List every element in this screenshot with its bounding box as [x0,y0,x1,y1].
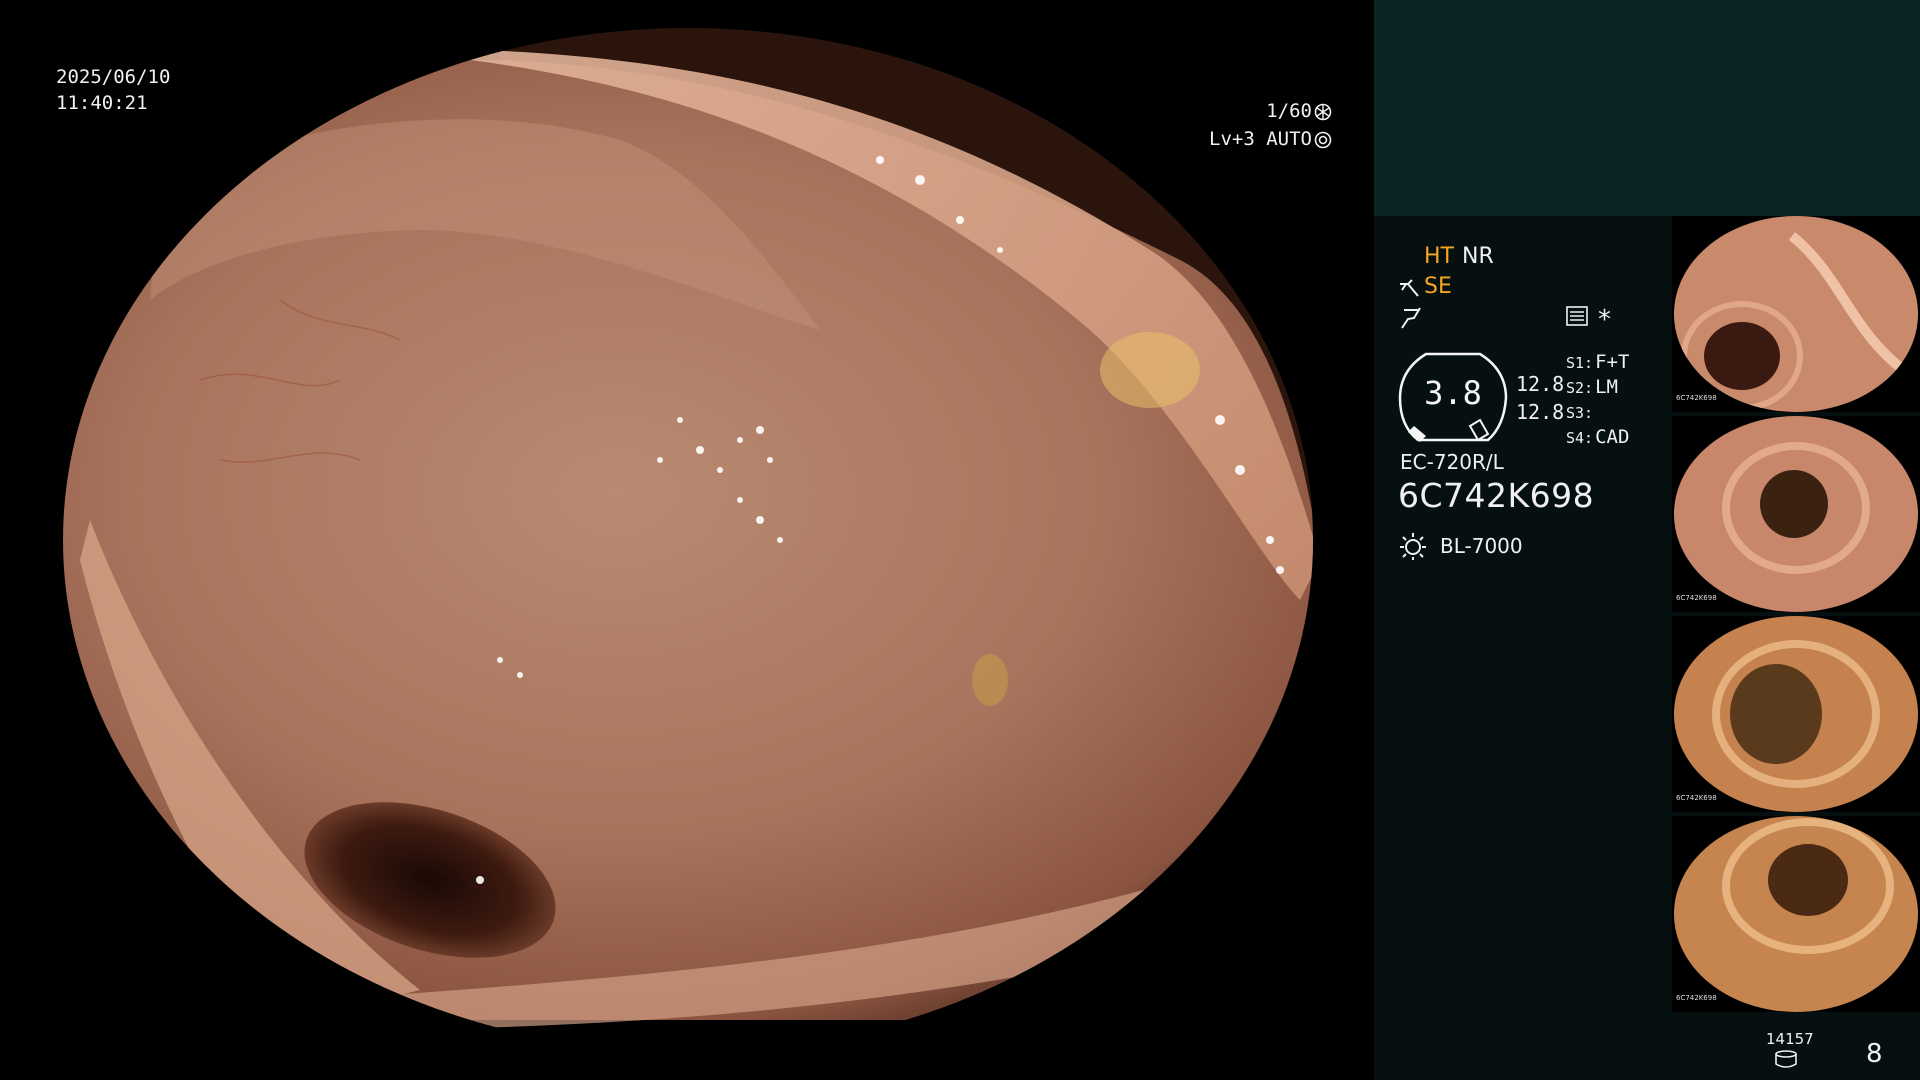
settings-list-icon [1566,306,1588,326]
thumbnail-image [1674,216,1918,412]
thumbnail-label: 6C742K698 [1676,594,1717,602]
endoscope-image [63,28,1313,1030]
se-indicator: SE [1424,274,1452,299]
thumbnail-label: 6C742K698 [1676,394,1717,402]
thumbnail-image [1674,416,1918,612]
captured-images: 6C742K698 6C742K698 6C742K698 6C742K698 [1672,216,1920,1024]
readout-upper: 12.8 [1516,372,1565,396]
thumbnail[interactable]: 6C742K698 [1672,216,1920,412]
image-count: 14157 [1766,1030,1814,1048]
light-source-icon [1400,533,1426,560]
brightness-level-value: Lv+3 AUTO [1209,128,1312,150]
slot-s4: S4: CAD [1566,426,1630,448]
star-indicator: * [1598,305,1611,335]
page-number: 8 [1866,1039,1883,1069]
exam-time: 11:40:21 [56,92,148,114]
shutter-speed: 1/60 [1266,98,1332,124]
thumbnail-label: 6C742K698 [1676,994,1717,1002]
gauge-value: 3.8 [1424,374,1482,412]
ht-indicator: HT [1424,244,1454,269]
thumbnail[interactable]: 6C742K698 [1672,816,1920,1012]
info-panel-header [1374,0,1920,216]
thumbnail[interactable]: 6C742K698 [1672,616,1920,812]
scope-tip-icon [1400,279,1419,297]
exam-date: 2025/06/10 [56,66,171,88]
flash-icon [1401,307,1421,329]
endoscope-view: 2025/06/10 11:40:21 1/60 Lv+3 AUTO [0,0,1372,1080]
readout-lower: 12.8 [1516,400,1565,424]
shutter-speed-value: 1/60 [1266,100,1312,122]
light-source: BL-7000 [1440,534,1523,558]
brightness-level: Lv+3 AUTO [1209,126,1332,152]
scope-serial: 6C742K698 [1398,476,1595,515]
scope-model: EC-720R/L [1400,450,1504,474]
storage-icon [1775,1050,1797,1068]
auto-iris-icon [1314,131,1332,148]
thumbnail[interactable]: 6C742K698 [1672,416,1920,612]
thumbnail-label: 6C742K698 [1676,794,1717,802]
thumbnail-image [1674,816,1918,1012]
aperture-icon [1314,103,1332,120]
thumbnail-image [1674,616,1918,812]
nr-indicator: NR [1462,244,1494,269]
